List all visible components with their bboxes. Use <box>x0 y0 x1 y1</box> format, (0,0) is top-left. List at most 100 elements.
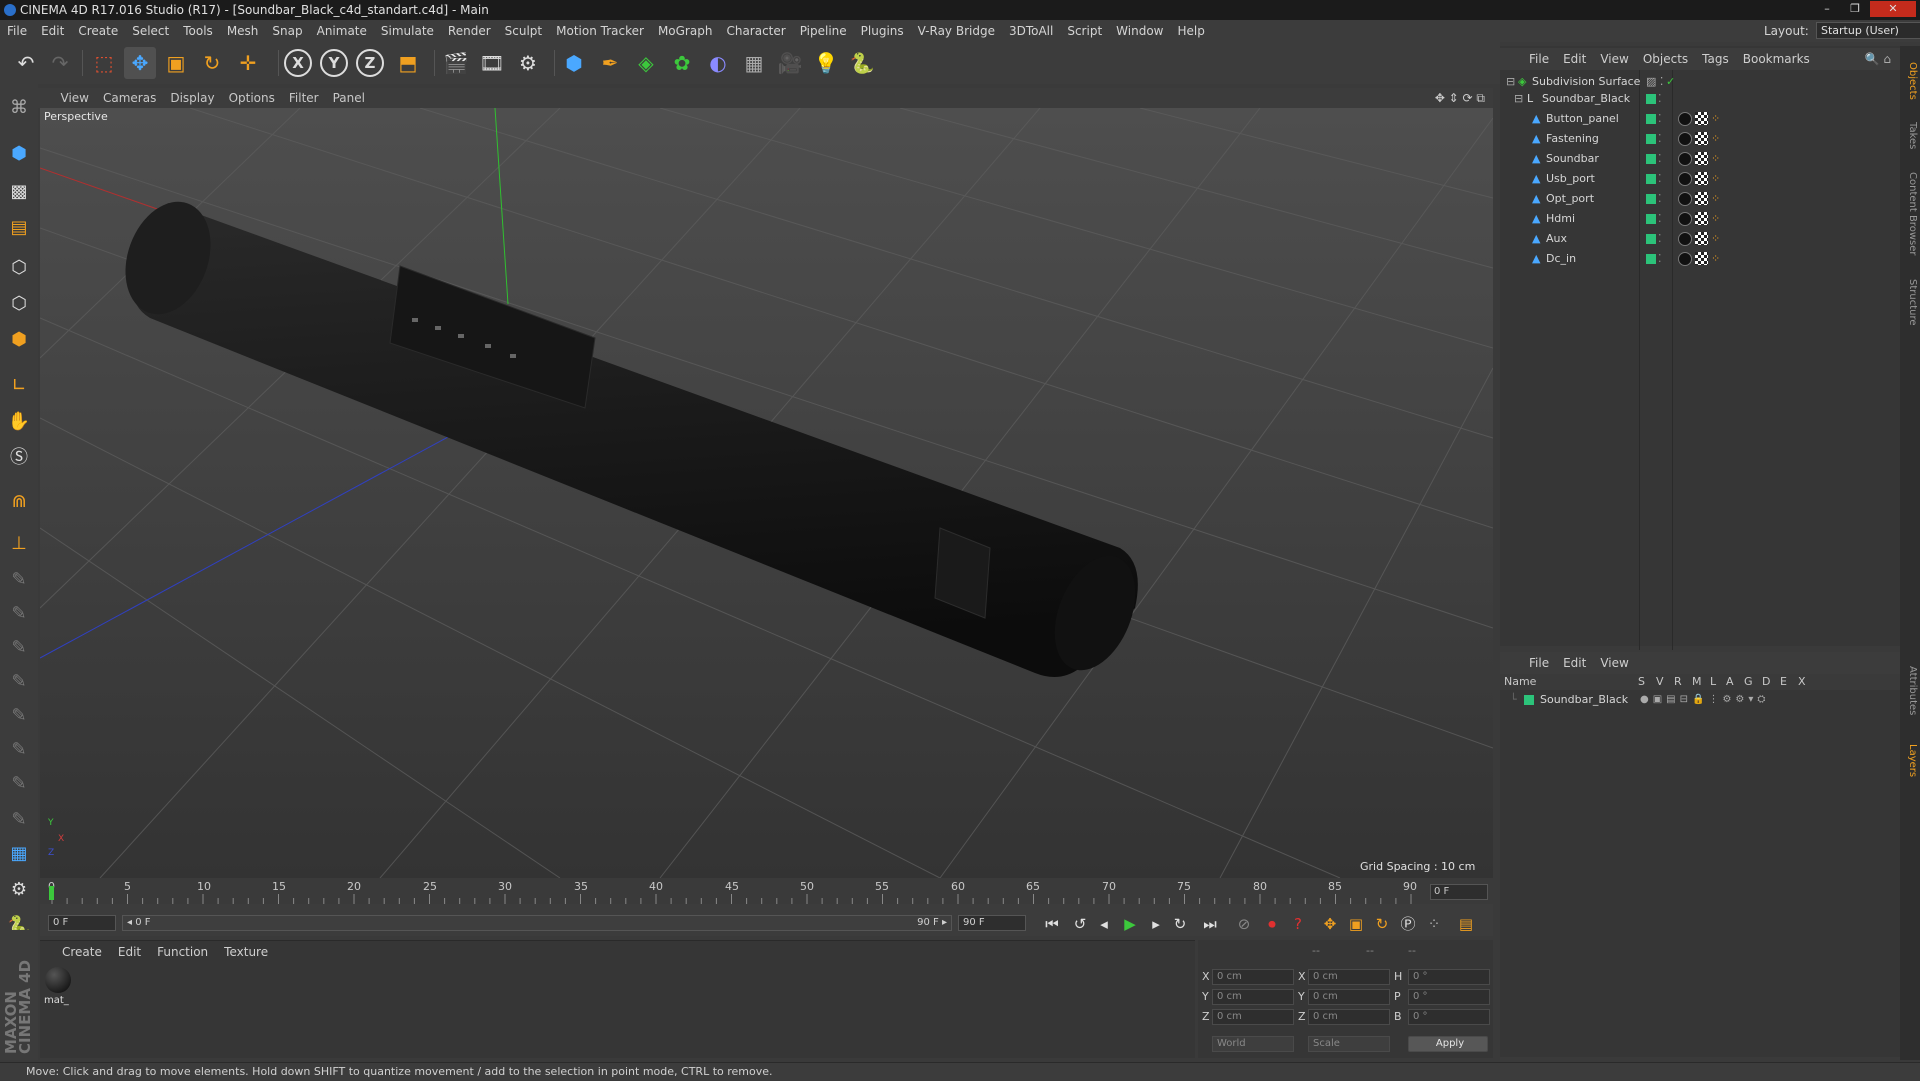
viewport-menu-filter[interactable]: Filter <box>282 88 326 108</box>
visibility-dots-icon[interactable]: ⁚ <box>1658 129 1662 149</box>
uvw-tag-icon[interactable] <box>1695 172 1708 185</box>
uvw-tag-icon[interactable] <box>1695 212 1708 225</box>
menu-3dtoall[interactable]: 3DToAll <box>1002 20 1060 42</box>
camera-icon[interactable]: 🎥 <box>774 47 806 79</box>
phong-tag-icon[interactable]: ⁘ <box>1711 232 1723 246</box>
render-picture-viewer-icon[interactable]: 🎞 <box>476 47 508 79</box>
next-frame-icon[interactable]: ▸ <box>1144 912 1168 936</box>
viewport-menu-options[interactable]: Options <box>222 88 282 108</box>
maximize-button[interactable]: ❐ <box>1842 1 1868 17</box>
menu-help[interactable]: Help <box>1170 20 1211 42</box>
python-icon[interactable]: 🐍 <box>846 47 878 79</box>
layer-row[interactable]: └ Soundbar_Black ●▣▤⊟🔒⋮⚙⚙▾⛭ <box>1500 690 1900 710</box>
uvw-tag-icon[interactable] <box>1695 232 1708 245</box>
key-rotation-icon[interactable]: ↻ <box>1370 912 1394 936</box>
z-axis-icon[interactable]: Z <box>356 49 384 77</box>
material-tag-icon[interactable] <box>1678 172 1692 186</box>
minimize-button[interactable]: – <box>1814 1 1840 17</box>
current-frame-field[interactable]: 0 F <box>1430 884 1488 900</box>
phong-tag-icon[interactable]: ⁘ <box>1711 252 1723 266</box>
paint-icon[interactable]: ✎ <box>3 666 35 698</box>
playhead[interactable] <box>49 886 54 900</box>
layer-menu-edit[interactable]: Edit <box>1556 652 1593 674</box>
menu-plugins[interactable]: Plugins <box>854 20 911 42</box>
menu-mograph[interactable]: MoGraph <box>651 20 720 42</box>
layer-flag-icons[interactable]: ●▣▤⊟🔒⋮⚙⚙▾⛭ <box>1640 690 1769 710</box>
object-row-dc-in[interactable]: ▲ Dc_in ⁚ ⁘ <box>1500 249 1900 269</box>
bevel-icon[interactable]: ✎ <box>3 564 35 596</box>
size-y-field[interactable]: 0 cm <box>1308 989 1390 1005</box>
pos-x-field[interactable]: 0 cm <box>1212 969 1294 985</box>
rot-h-field[interactable]: 0 ° <box>1408 969 1490 985</box>
autokey-icon[interactable]: ⏺ <box>1260 912 1284 936</box>
x-axis-icon[interactable]: X <box>284 49 312 77</box>
go-to-start-icon[interactable]: ⏮ <box>1040 912 1064 936</box>
tab-structure[interactable]: Structure <box>1902 272 1918 332</box>
material-tag-icon[interactable] <box>1678 112 1692 126</box>
points-mode-icon[interactable]: ⬡ <box>3 252 35 284</box>
visibility-dots-icon[interactable]: ⁚ <box>1658 169 1662 189</box>
checker-icon[interactable]: ▦ <box>3 838 35 870</box>
material-menu-function[interactable]: Function <box>149 941 216 963</box>
layer-color-icon[interactable] <box>1646 174 1656 184</box>
tweak-icon[interactable]: ✋ <box>3 406 35 438</box>
coord-mode-select[interactable]: World <box>1212 1036 1294 1052</box>
material-tag-icon[interactable] <box>1678 252 1692 266</box>
menu-script[interactable]: Script <box>1060 20 1109 42</box>
layer-color-icon[interactable] <box>1646 94 1656 104</box>
key-scale-icon[interactable]: ▣ <box>1344 912 1368 936</box>
menu-edit[interactable]: Edit <box>34 20 71 42</box>
object-row-fastening[interactable]: ▲ Fastening ⁚ ⁘ <box>1500 129 1900 149</box>
play-icon[interactable]: ▶ <box>1118 912 1142 936</box>
model-mode-icon[interactable]: ⬢ <box>3 138 35 170</box>
cloner-icon[interactable]: ✿ <box>666 47 698 79</box>
coord-size-select[interactable]: Scale <box>1308 1036 1390 1052</box>
search-icon[interactable]: 🔍 ⌂ <box>1858 48 1898 70</box>
y-axis-icon[interactable]: Y <box>320 49 348 77</box>
menu-sculpt[interactable]: Sculpt <box>498 20 549 42</box>
snap-icon[interactable]: Ⓢ <box>3 442 35 474</box>
next-key-icon[interactable]: ↻ <box>1168 912 1192 936</box>
uvw-tag-icon[interactable] <box>1695 192 1708 205</box>
scale-icon[interactable]: ▣ <box>160 47 192 79</box>
layer-color-icon[interactable] <box>1646 114 1656 124</box>
pos-y-field[interactable]: 0 cm <box>1212 989 1294 1005</box>
key-position-icon[interactable]: ✥ <box>1318 912 1342 936</box>
object-row-opt-port[interactable]: ▲ Opt_port ⁚ ⁘ <box>1500 189 1900 209</box>
menu-motion-tracker[interactable]: Motion Tracker <box>549 20 651 42</box>
timeline-ruler[interactable]: 0 5 10 15 20 25 30 35 40 45 50 55 60 65 … <box>40 880 1493 904</box>
make-editable-icon[interactable]: ⌘ <box>3 92 35 124</box>
go-to-end-icon[interactable]: ⏭ <box>1198 912 1222 936</box>
obj-menu-file[interactable]: File <box>1522 48 1556 70</box>
render-view-icon[interactable]: 🎬 <box>440 47 472 79</box>
viewport-menu-display[interactable]: Display <box>163 88 221 108</box>
material-tag-icon[interactable] <box>1678 192 1692 206</box>
size-x-field[interactable]: 0 cm <box>1308 969 1390 985</box>
recent-tool-icon[interactable]: ✛ <box>232 47 264 79</box>
obj-menu-tags[interactable]: Tags <box>1695 48 1736 70</box>
floor-icon[interactable]: ▦ <box>738 47 770 79</box>
move-icon[interactable]: ✥ <box>124 47 156 79</box>
menu-pipeline[interactable]: Pipeline <box>793 20 854 42</box>
rot-p-field[interactable]: 0 ° <box>1408 989 1490 1005</box>
tab-content-browser[interactable]: Content Browser <box>1902 164 1918 264</box>
tree-toggle-icon[interactable]: ⊟ <box>1514 89 1523 109</box>
object-row-button-panel[interactable]: ▲ Button_panel ⁚ ⁘ <box>1500 109 1900 129</box>
viewport-menu-cameras[interactable]: Cameras <box>96 88 163 108</box>
axis-lock-icon[interactable]: ⊥ <box>3 528 35 560</box>
texture-mode-icon[interactable]: ▩ <box>3 176 35 208</box>
material-menu-edit[interactable]: Edit <box>110 941 149 963</box>
render-settings-icon[interactable]: ⚙ <box>512 47 544 79</box>
layer-color-icon[interactable] <box>1646 154 1656 164</box>
rot-b-field[interactable]: 0 ° <box>1408 1009 1490 1025</box>
key-pla-icon[interactable]: ⁘ <box>1422 912 1446 936</box>
layer-menu-view[interactable]: View <box>1593 652 1635 674</box>
start-frame-field[interactable]: 0 F <box>48 915 116 931</box>
menu-tools[interactable]: Tools <box>176 20 220 42</box>
workplane-icon[interactable]: ▤ <box>3 212 35 244</box>
object-row-aux[interactable]: ▲ Aux ⁚ ⁘ <box>1500 229 1900 249</box>
object-row-soundbar[interactable]: ▲ Soundbar ⁚ ⁘ <box>1500 149 1900 169</box>
phong-tag-icon[interactable]: ⁘ <box>1711 212 1723 226</box>
menu-simulate[interactable]: Simulate <box>374 20 441 42</box>
object-row-soundbar-black[interactable]: ⊟ L Soundbar_Black ⁚ <box>1500 89 1900 109</box>
